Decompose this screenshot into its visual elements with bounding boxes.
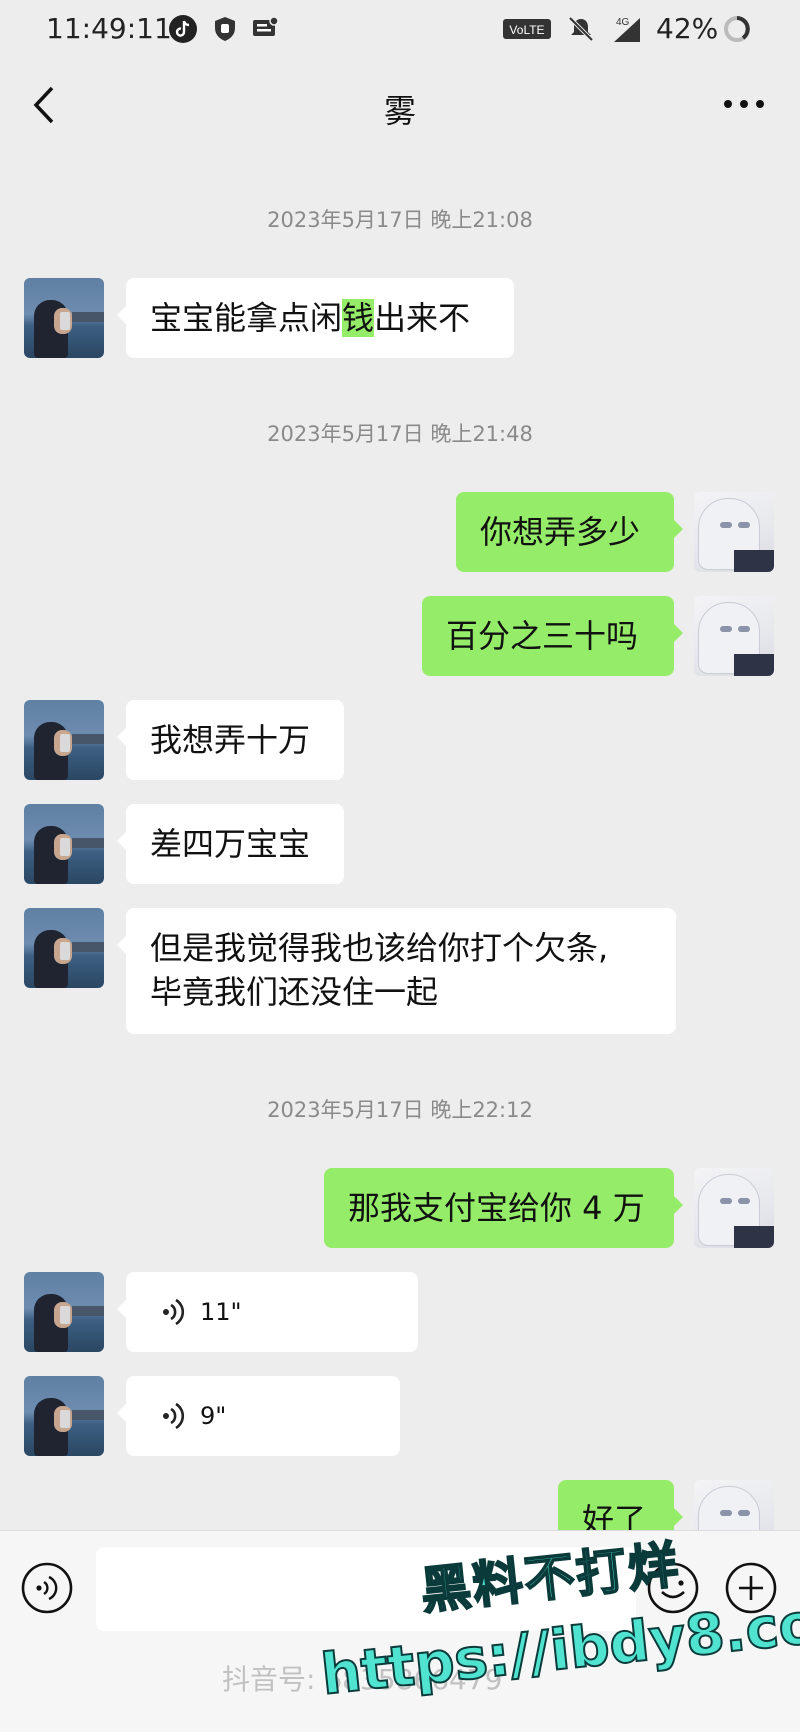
tiktok-icon bbox=[169, 15, 197, 43]
message-text-line: 但是我觉得我也该给你打个欠条, bbox=[150, 929, 609, 967]
voice-wave-icon bbox=[163, 1402, 185, 1430]
timestamp: 2023年5月17日 晚上21:08 bbox=[267, 208, 533, 232]
message-text: 差四万宝宝 bbox=[150, 825, 311, 863]
avatar[interactable] bbox=[24, 700, 104, 780]
chat-header: 雾 bbox=[0, 60, 800, 150]
mute-bell-icon bbox=[568, 16, 594, 42]
message-bubble[interactable]: 但是我觉得我也该给你打个欠条, 毕竟我们还没住一起 bbox=[117, 908, 676, 1034]
avatar[interactable] bbox=[24, 1272, 104, 1352]
chat-title: 雾 bbox=[383, 92, 416, 130]
avatar[interactable] bbox=[24, 908, 104, 988]
message-text-line: 毕竟我们还没住一起 bbox=[150, 973, 439, 1011]
avatar[interactable] bbox=[694, 492, 774, 572]
message-bubble[interactable]: 那我支付宝给你 4 万 bbox=[324, 1168, 683, 1248]
message-text: 出来不 bbox=[374, 299, 471, 337]
message-text: 宝宝能拿点闲 bbox=[150, 299, 343, 337]
voice-wave-icon bbox=[163, 1298, 185, 1326]
avatar[interactable] bbox=[24, 1376, 104, 1456]
volte-icon: VoLTE bbox=[503, 19, 551, 39]
voice-message[interactable]: 11" bbox=[117, 1272, 418, 1352]
message-text: 我想弄十万 bbox=[150, 721, 311, 759]
svg-text:4G: 4G bbox=[616, 17, 630, 28]
avatar[interactable] bbox=[694, 1168, 774, 1248]
message-bubble[interactable]: 我想弄十万 bbox=[117, 700, 344, 780]
message-bubble[interactable]: 差四万宝宝 bbox=[117, 804, 344, 884]
signal-4g-icon: 4G bbox=[614, 17, 640, 42]
status-bar: 11:49:11 VoLTE 4G 42% bbox=[0, 0, 800, 60]
shield-icon bbox=[215, 17, 235, 41]
svg-text:VoLTE: VoLTE bbox=[509, 23, 544, 37]
timestamp: 2023年5月17日 晚上21:48 bbox=[267, 422, 533, 446]
timestamp: 2023年5月17日 晚上22:12 bbox=[267, 1098, 533, 1122]
message-bubble[interactable]: 你想弄多少 bbox=[456, 492, 683, 572]
voice-duration: 9" bbox=[200, 1402, 227, 1430]
message-bubble[interactable]: 百分之三十吗 bbox=[422, 596, 683, 676]
avatar[interactable] bbox=[24, 278, 104, 358]
battery-percent: 42% bbox=[656, 12, 719, 45]
message-bubble[interactable]: 宝宝能拿点闲钱出来不 bbox=[117, 278, 514, 358]
more-options-icon[interactable] bbox=[722, 98, 766, 110]
battery-ring-icon bbox=[724, 16, 750, 42]
voice-input-icon[interactable] bbox=[20, 1561, 74, 1615]
message-text: 百分之三十吗 bbox=[446, 617, 639, 655]
highlighted-text: 钱 bbox=[342, 299, 375, 337]
voice-message[interactable]: 9" bbox=[117, 1376, 400, 1456]
voice-duration: 11" bbox=[200, 1298, 242, 1326]
message-text: 那我支付宝给你 4 万 bbox=[348, 1189, 645, 1227]
avatar[interactable] bbox=[694, 596, 774, 676]
message-notification-icon bbox=[253, 16, 279, 36]
status-time: 11:49:11 bbox=[46, 12, 172, 45]
message-text: 你想弄多少 bbox=[480, 513, 641, 551]
avatar[interactable] bbox=[24, 804, 104, 884]
